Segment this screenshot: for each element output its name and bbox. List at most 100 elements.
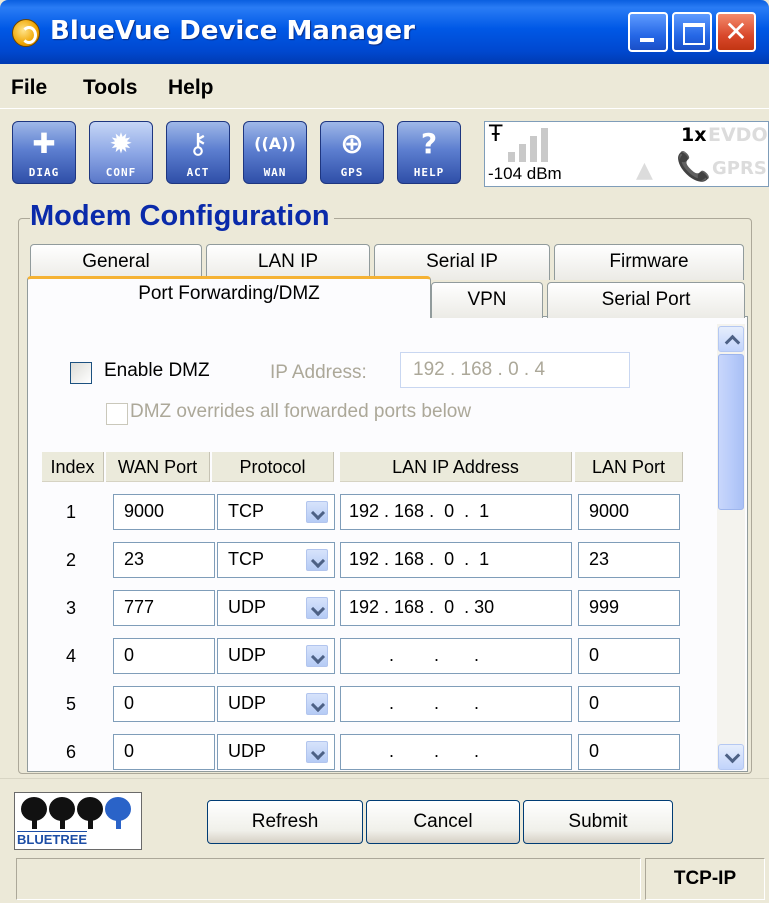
row-index: 4 [66, 646, 77, 666]
lan-port-input[interactable]: 23 [578, 542, 680, 578]
enable-dmz-checkbox[interactable] [70, 362, 92, 384]
protocol-select[interactable]: UDP [217, 638, 335, 674]
protocol-value: UDP [228, 693, 267, 713]
row-index: 5 [66, 694, 77, 714]
help-button[interactable]: ? HELP [397, 121, 461, 184]
enable-dmz-label: Enable DMZ [104, 360, 210, 381]
conf-button[interactable]: ✹ CONF [89, 121, 153, 184]
signal-bar [519, 144, 526, 162]
maximize-button[interactable] [672, 12, 712, 52]
signal-bar [508, 152, 515, 162]
col-index-header: Index [42, 452, 104, 482]
globe-icon: ⊕ [340, 127, 364, 160]
tab-lan-ip[interactable]: LAN IP [206, 244, 370, 280]
cancel-button[interactable]: Cancel [366, 800, 520, 844]
signal-bar [541, 128, 548, 162]
chevron-down-icon[interactable] [306, 501, 328, 523]
status-message [16, 858, 641, 900]
refresh-button[interactable]: Refresh [207, 800, 363, 844]
row-index: 1 [66, 502, 77, 522]
wan-port-input[interactable]: 0 [113, 638, 215, 674]
lan-ip-input[interactable]: . . . [340, 638, 572, 674]
tab-firmware[interactable]: Firmware [554, 244, 744, 280]
protocol-select[interactable]: UDP [217, 734, 335, 770]
chevron-down-icon[interactable] [306, 693, 328, 715]
act-label: ACT [186, 166, 210, 179]
dmz-ip-label: IP Address: [270, 362, 367, 383]
wan-port-input[interactable]: 9000 [113, 494, 215, 530]
wan-label: WAN [263, 166, 287, 179]
signal-bar [530, 136, 537, 162]
tab-serial-port[interactable]: Serial Port [547, 282, 745, 318]
lan-port-input[interactable]: 0 [578, 638, 680, 674]
tree-trunk [88, 817, 93, 829]
gps-button[interactable]: ⊕ GPS [320, 121, 384, 184]
tree-trunk [32, 817, 37, 829]
close-icon: ✕ [724, 15, 748, 48]
protocol-value: TCP [228, 549, 264, 569]
tab-port-forwarding[interactable]: Port Forwarding/DMZ [27, 276, 431, 318]
col-protocol-header: Protocol [212, 452, 334, 482]
act-button[interactable]: ⚷ ACT [166, 121, 230, 184]
bluetree-logo: BLUETREE [14, 792, 142, 850]
diag-button[interactable]: ✚ DIAG [12, 121, 76, 184]
scroll-up-button[interactable] [718, 326, 744, 352]
minimize-button[interactable] [628, 12, 668, 52]
lan-port-input[interactable]: 999 [578, 590, 680, 626]
scroll-down-button[interactable] [718, 744, 744, 770]
help-label: HELP [413, 166, 445, 179]
close-button[interactable]: ✕ [716, 12, 756, 52]
lan-ip-input[interactable]: . . . [340, 686, 572, 722]
tab-serial-ip[interactable]: Serial IP [374, 244, 550, 280]
wan-port-input[interactable]: 0 [113, 734, 215, 770]
connection-mode: TCP-IP [645, 858, 765, 900]
roaming-icon: ▲ [636, 158, 653, 183]
chevron-down-icon[interactable] [306, 549, 328, 571]
scroll-thumb[interactable] [718, 354, 744, 510]
wan-button[interactable]: ((A)) WAN [243, 121, 307, 184]
app-logo-icon [12, 19, 40, 47]
chevron-down-icon[interactable] [306, 597, 328, 619]
row-index: 3 [66, 598, 77, 618]
question-icon: ? [420, 127, 438, 160]
tab-general[interactable]: General [30, 244, 202, 280]
protocol-value: UDP [228, 741, 267, 761]
row-index: 6 [66, 742, 77, 762]
phone-icon: 📞 [676, 150, 711, 183]
wan-port-input[interactable]: 0 [113, 686, 215, 722]
menu-help[interactable]: Help [168, 76, 214, 100]
menu-file[interactable]: File [11, 76, 47, 100]
col-wan-port-header: WAN Port [106, 452, 210, 482]
submit-button[interactable]: Submit [523, 800, 673, 844]
chevron-down-icon[interactable] [306, 741, 328, 763]
lan-port-input[interactable]: 0 [578, 734, 680, 770]
lan-port-input[interactable]: 9000 [578, 494, 680, 530]
col-lan-ip-header: LAN IP Address [340, 452, 572, 482]
dmz-ip-input[interactable]: 192 . 168 . 0 . 4 [400, 352, 630, 388]
network-evdo: EVDO [708, 124, 768, 146]
signal-strength: -104 dBm [488, 164, 562, 183]
menu-tools[interactable]: Tools [83, 76, 137, 100]
wan-port-input[interactable]: 777 [113, 590, 215, 626]
tree-trunk [116, 817, 121, 829]
row-index: 2 [66, 550, 77, 570]
lan-port-input[interactable]: 0 [578, 686, 680, 722]
conf-label: CONF [105, 166, 137, 179]
lan-ip-input[interactable]: 192 . 168 . 0 . 1 [340, 494, 572, 530]
gps-label: GPS [340, 166, 364, 179]
protocol-select[interactable]: TCP [217, 494, 335, 530]
lan-ip-input[interactable]: . . . [340, 734, 572, 770]
lan-ip-input[interactable]: 192 . 168 . 0 . 30 [340, 590, 572, 626]
tab-vpn[interactable]: VPN [431, 282, 543, 318]
diag-label: DIAG [28, 166, 60, 179]
protocol-select[interactable]: UDP [217, 686, 335, 722]
window-title: BlueVue Device Manager [50, 16, 415, 46]
protocol-select[interactable]: UDP [217, 590, 335, 626]
network-gprs: GPRS [712, 158, 767, 179]
chevron-down-icon[interactable] [306, 645, 328, 667]
lan-ip-input[interactable]: 192 . 168 . 0 . 1 [340, 542, 572, 578]
dmz-override-checkbox[interactable] [106, 403, 128, 425]
wan-port-input[interactable]: 23 [113, 542, 215, 578]
protocol-select[interactable]: TCP [217, 542, 335, 578]
antenna-icon: ((A)) [254, 134, 296, 153]
